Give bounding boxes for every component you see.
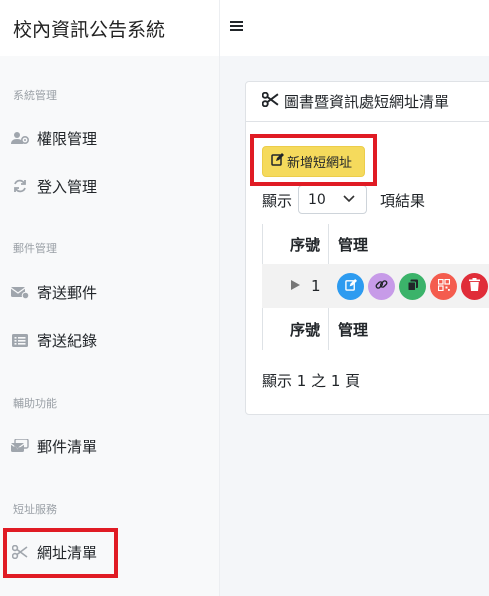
column-header-num[interactable]: 序號 xyxy=(262,234,328,255)
users-cog-icon xyxy=(11,131,29,145)
expand-row-icon[interactable] xyxy=(291,279,300,293)
sidebar-item-login[interactable]: 登入管理 xyxy=(11,173,97,199)
sidebar-header-helper: 輔助功能 xyxy=(13,397,57,410)
scissors-icon xyxy=(261,91,279,111)
page-length-value: 10 xyxy=(308,191,326,208)
list-icon xyxy=(11,333,29,347)
table-info: 顯示 1 之 1 頁 xyxy=(262,372,361,390)
edit-icon xyxy=(344,278,357,294)
copy-button[interactable] xyxy=(399,272,426,300)
mail-list-icon xyxy=(11,439,29,453)
sidebar-header-system: 系統管理 xyxy=(13,89,57,102)
highlight-add-button xyxy=(250,134,377,186)
copy-icon xyxy=(407,279,419,294)
qrcode-icon xyxy=(437,278,450,294)
page-length-select[interactable]: 10 xyxy=(298,185,367,214)
table-footer-row: 序號 管理 xyxy=(262,308,489,350)
column-header-manage: 管理 xyxy=(338,235,369,254)
mail-send-icon xyxy=(11,285,29,299)
hamburger-icon[interactable] xyxy=(230,17,243,37)
sidebar-item-send-mail[interactable]: 寄送郵件 xyxy=(11,279,97,305)
delete-button[interactable] xyxy=(461,272,488,300)
card-title: 圖書暨資訊處短網址清單 xyxy=(284,93,450,111)
row-number: 1 xyxy=(311,277,321,295)
table-header-row: 序號 管理 xyxy=(262,224,489,264)
highlight-url-list xyxy=(3,528,118,578)
sidebar-item-label: 寄送郵件 xyxy=(37,283,98,302)
length-suffix: 項結果 xyxy=(380,192,426,210)
edit-button[interactable] xyxy=(337,272,364,300)
sidebar-item-mail-list[interactable]: 郵件清單 xyxy=(11,433,97,459)
sidebar-item-label: 寄送紀錄 xyxy=(37,331,98,350)
link-icon xyxy=(375,278,388,294)
trash-icon xyxy=(469,278,480,294)
sidebar-item-label: 權限管理 xyxy=(37,129,98,148)
chevron-down-icon xyxy=(343,191,355,210)
sidebar-item-permissions[interactable]: 權限管理 xyxy=(11,125,97,151)
sidebar-header-mail: 郵件管理 xyxy=(13,242,57,255)
sidebar-item-send-log[interactable]: 寄送紀錄 xyxy=(11,327,97,353)
sidebar-header-shorturl: 短址服務 xyxy=(13,503,57,516)
link-button[interactable] xyxy=(368,272,395,300)
sync-icon xyxy=(11,179,29,193)
sidebar-item-label: 登入管理 xyxy=(37,177,98,196)
sidebar: 校內資訊公告系統 系統管理 權限管理 登入管理 郵件管理 寄送郵件 寄送紀錄 輔… xyxy=(0,0,220,596)
brand-title[interactable]: 校內資訊公告系統 xyxy=(0,0,219,56)
footer-header-manage: 管理 xyxy=(338,320,369,339)
length-prefix: 顯示 xyxy=(262,192,293,210)
qrcode-button[interactable] xyxy=(430,272,457,300)
footer-header-num: 序號 xyxy=(289,320,320,339)
table-row: 1 xyxy=(262,264,489,308)
card-header: 圖書暨資訊處短網址清單 xyxy=(246,82,489,122)
sidebar-item-label: 郵件清單 xyxy=(37,437,98,456)
top-navbar xyxy=(220,0,489,56)
